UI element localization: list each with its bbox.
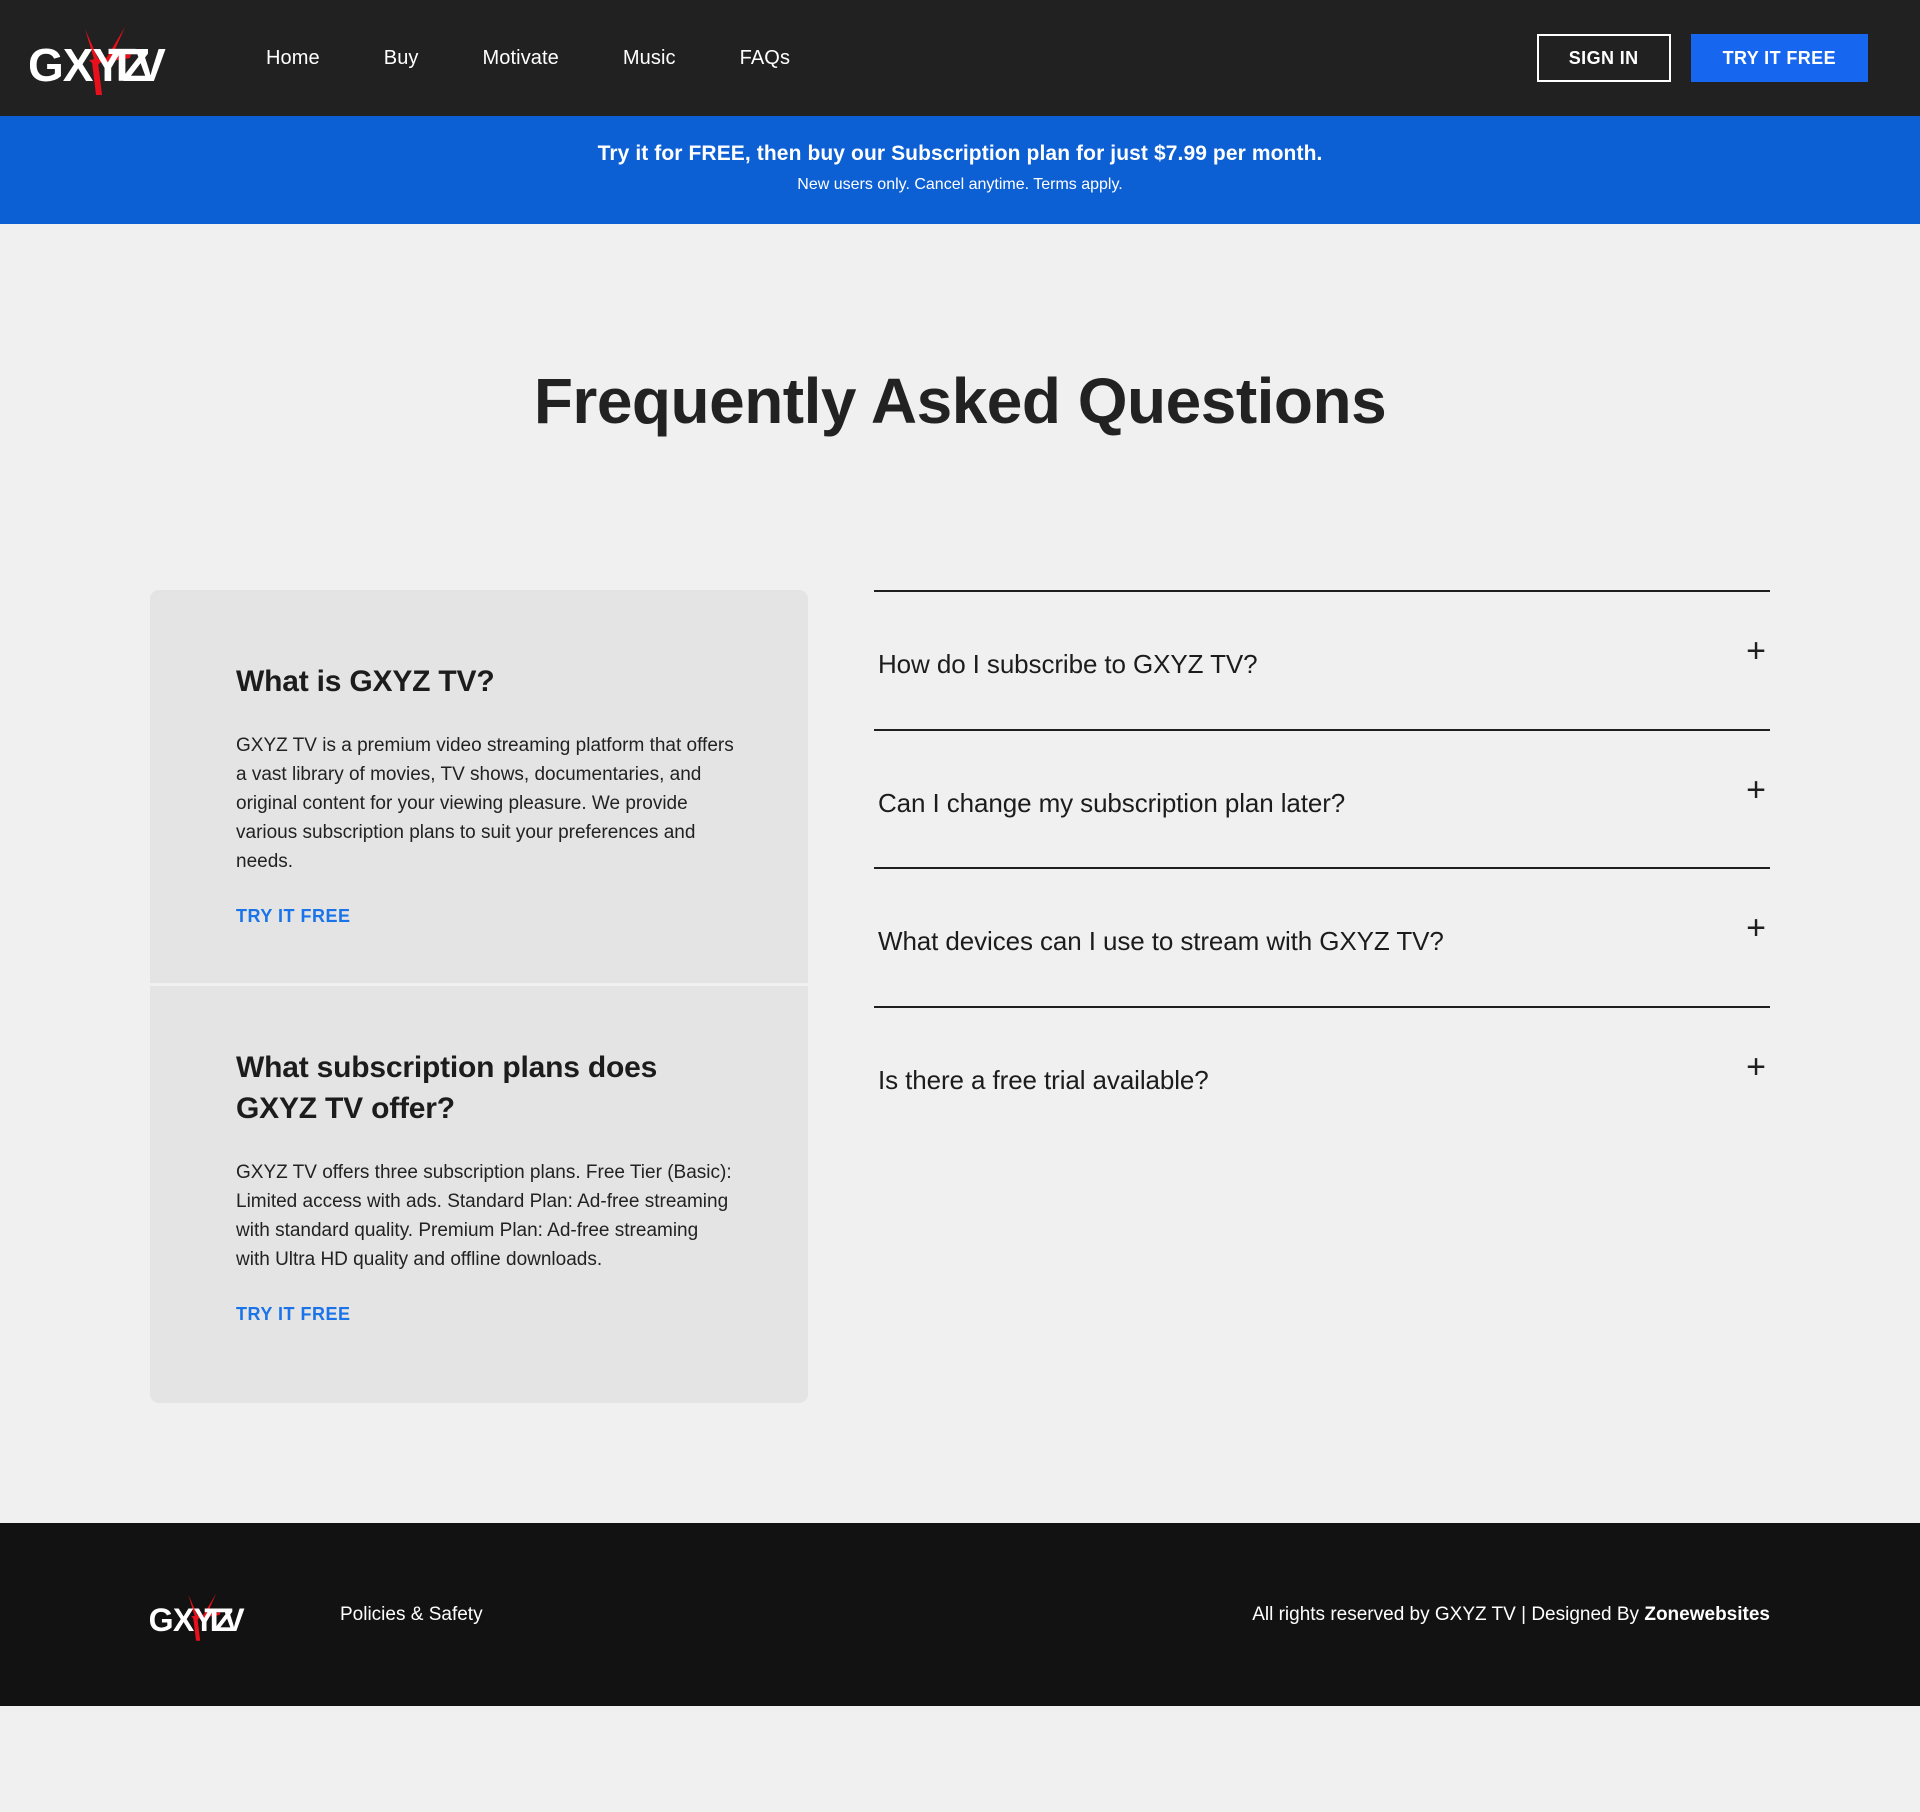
svg-text:TV: TV [108, 39, 166, 91]
plus-icon[interactable]: + [1746, 773, 1766, 807]
accordion-question: How do I subscribe to GXYZ TV? [878, 638, 1257, 681]
site-header: GXYZ TV Home Buy Motivate Music FAQs SIG… [0, 0, 1920, 116]
page-title: Frequently Asked Questions [0, 224, 1920, 438]
accordion-item-free-trial[interactable]: Is there a free trial available? + [874, 1008, 1770, 1145]
info-card-body: GXYZ TV offers three subscription plans.… [236, 1158, 736, 1274]
info-card-body: GXYZ TV is a premium video streaming pla… [236, 731, 736, 876]
info-card-heading: What is GXYZ TV? [236, 662, 736, 703]
brand-logo[interactable]: GXYZ TV [30, 18, 210, 98]
faq-layout: What is GXYZ TV? GXYZ TV is a premium vi… [0, 590, 1920, 1403]
plus-icon[interactable]: + [1746, 634, 1766, 668]
footer-copyright-text: All rights reserved by GXYZ TV | Designe… [1252, 1604, 1644, 1625]
plus-icon[interactable]: + [1746, 1050, 1766, 1084]
sign-in-button[interactable]: SIGN IN [1537, 34, 1671, 82]
footer-link-policies-safety[interactable]: Policies & Safety [340, 1604, 483, 1626]
plus-icon[interactable]: + [1746, 911, 1766, 945]
accordion-item-subscribe[interactable]: How do I subscribe to GXYZ TV? + [874, 592, 1770, 731]
nav-item-music[interactable]: Music [623, 38, 676, 78]
site-footer: GXYZ TV Policies & Safety All rights res… [0, 1523, 1920, 1706]
footer-links: Policies & Safety [340, 1604, 483, 1626]
header-actions: SIGN IN TRY IT FREE [1537, 34, 1894, 82]
nav-item-motivate[interactable]: Motivate [483, 38, 559, 78]
svg-text:TV: TV [204, 1602, 245, 1638]
footer-brand-logo[interactable]: GXYZ TV [150, 1585, 272, 1645]
try-it-free-link-card-1[interactable]: TRY IT FREE [236, 906, 351, 927]
promo-subtext: New users only. Cancel anytime. Terms ap… [20, 175, 1900, 196]
accordion-question: What devices can I use to stream with GX… [878, 915, 1444, 958]
footer-designer-name: Zonewebsites [1644, 1604, 1770, 1625]
nav-item-home[interactable]: Home [266, 38, 320, 78]
accordion-item-change-plan[interactable]: Can I change my subscription plan later?… [874, 731, 1770, 870]
info-card-heading: What subscription plans does GXYZ TV off… [236, 1048, 736, 1130]
tv-antenna-icon: GXYZ TV [150, 1586, 272, 1644]
nav-item-buy[interactable]: Buy [384, 38, 419, 78]
main-content: Frequently Asked Questions What is GXYZ … [0, 224, 1920, 1523]
try-it-free-button-header[interactable]: TRY IT FREE [1691, 34, 1868, 82]
accordion-item-devices[interactable]: What devices can I use to stream with GX… [874, 869, 1770, 1008]
accordion-question: Can I change my subscription plan later? [878, 777, 1345, 820]
accordion-question: Is there a free trial available? [878, 1054, 1209, 1097]
nav-item-faqs[interactable]: FAQs [740, 38, 790, 78]
try-it-free-link-card-2[interactable]: TRY IT FREE [236, 1304, 351, 1325]
faq-accordion: How do I subscribe to GXYZ TV? + Can I c… [874, 590, 1770, 1144]
promo-headline: Try it for FREE, then buy our Subscripti… [20, 140, 1900, 167]
main-navigation: Home Buy Motivate Music FAQs [266, 38, 790, 78]
promo-banner: Try it for FREE, then buy our Subscripti… [0, 116, 1920, 224]
info-card: What is GXYZ TV? GXYZ TV is a premium vi… [150, 590, 808, 983]
info-card: What subscription plans does GXYZ TV off… [150, 986, 808, 1403]
footer-copyright: All rights reserved by GXYZ TV | Designe… [1252, 1604, 1770, 1626]
tv-antenna-icon: GXYZ TV [30, 19, 205, 97]
info-card-column: What is GXYZ TV? GXYZ TV is a premium vi… [150, 590, 808, 1403]
